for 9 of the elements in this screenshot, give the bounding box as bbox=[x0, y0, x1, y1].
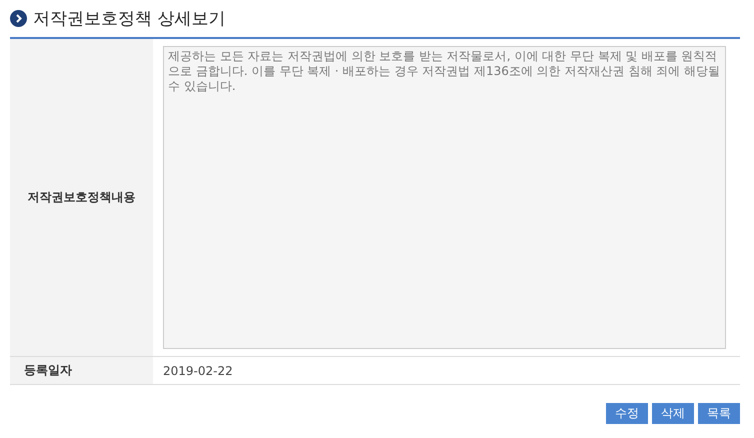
date-value: 2019-02-22 bbox=[163, 364, 233, 378]
content-textarea[interactable]: 제공하는 모든 자료는 저작권법에 의한 보호를 받는 저작물로서, 이에 대한 무단 복제 및 배포를 원칙적으로 금합니다. 이를 무단 복제 · 배포하는 경우 저작권법 제136조에 의한 저작재산권 침해 죄에 해당될 수 있습니다. bbox=[163, 46, 726, 349]
page-title: 저작권보호정책 상세보기 bbox=[33, 8, 226, 30]
action-button[interactable]: 수정 bbox=[606, 403, 648, 424]
chevron-circle-icon bbox=[10, 10, 27, 27]
field-label: 저작권보호정책내용 bbox=[10, 39, 153, 356]
action-button[interactable]: 목록 bbox=[698, 403, 740, 424]
field-label: 등록일자 bbox=[10, 357, 153, 384]
action-button[interactable]: 삭제 bbox=[652, 403, 694, 424]
